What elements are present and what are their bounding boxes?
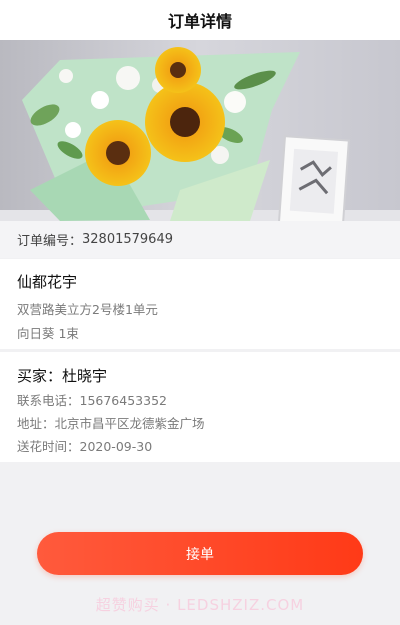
top-bar: 订单详情 — [0, 0, 400, 40]
page-title: 订单详情 — [167, 12, 232, 31]
order-number-label: 订单编号： — [17, 234, 83, 249]
order-number-value: 32801579649 — [82, 232, 173, 247]
delivery-time: 送花时间：2020-09-30 — [17, 439, 153, 454]
accept-order-button[interactable]: 接单 — [37, 532, 363, 575]
watermark: 超赞购买 · LEDSHZIZ.COM — [95, 595, 305, 614]
buyer-card: 买家：杜晓宇 联系电话：15676453352 地址：北京市昌平区龙德紫金广场 … — [0, 352, 400, 462]
buyer-address: 地址：北京市昌平区龙德紫金广场 — [17, 416, 205, 431]
buyer-name: 买家：杜晓宇 — [17, 367, 108, 385]
buyer-phone: 联系电话：15676453352 — [17, 393, 167, 408]
order-number-row: 订单编号： 32801579649 — [0, 221, 400, 258]
shop-address: 双营路美立方2号楼1单元 — [17, 302, 158, 317]
shop-card: 仙都花宇 双营路美立方2号楼1单元 向日葵 1束 — [0, 259, 400, 349]
sunflower-bouquet-image — [0, 40, 400, 221]
bouquet-photo — [0, 40, 400, 221]
shop-name: 仙都花宇 — [17, 273, 78, 291]
product-summary: 向日葵 1束 — [17, 326, 79, 341]
